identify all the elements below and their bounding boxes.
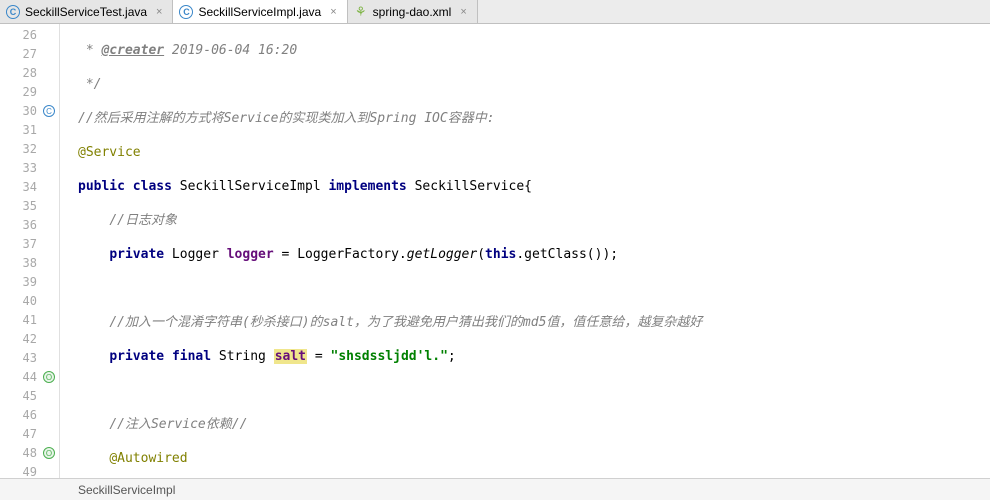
tab-label: SeckillServiceTest.java — [25, 5, 147, 19]
breadcrumb-bar[interactable]: SeckillServiceImpl — [0, 478, 990, 500]
close-icon[interactable]: × — [330, 6, 336, 18]
code-editor[interactable]: * @creater 2019-06-04 16:20 */ //然后采用注解的… — [60, 24, 990, 478]
spring-icon: ⚘ — [354, 5, 368, 19]
tab-label: spring-dao.xml — [373, 5, 452, 19]
tab-seckillserviceimpl[interactable]: C SeckillServiceImpl.java × — [173, 0, 347, 23]
close-icon[interactable]: × — [460, 6, 466, 18]
editor-tabs: C SeckillServiceTest.java × C SeckillSer… — [0, 0, 990, 24]
breadcrumb-item[interactable]: SeckillServiceImpl — [78, 483, 175, 497]
tab-label: SeckillServiceImpl.java — [198, 5, 321, 19]
tab-seckillservicetest[interactable]: C SeckillServiceTest.java × — [0, 0, 173, 23]
class-gutter-icon[interactable]: C — [43, 105, 55, 117]
editor-area: 26 27 28 29 30C 31 32 33 34 35 36 37 38 … — [0, 24, 990, 478]
close-icon[interactable]: × — [156, 6, 162, 18]
java-class-icon: C — [6, 5, 20, 19]
line-gutter: 26 27 28 29 30C 31 32 33 34 35 36 37 38 … — [0, 24, 60, 478]
override-gutter-icon[interactable]: O — [43, 371, 55, 383]
java-class-icon: C — [179, 5, 193, 19]
override-gutter-icon[interactable]: O — [43, 447, 55, 459]
tab-spring-dao[interactable]: ⚘ spring-dao.xml × — [348, 0, 478, 23]
